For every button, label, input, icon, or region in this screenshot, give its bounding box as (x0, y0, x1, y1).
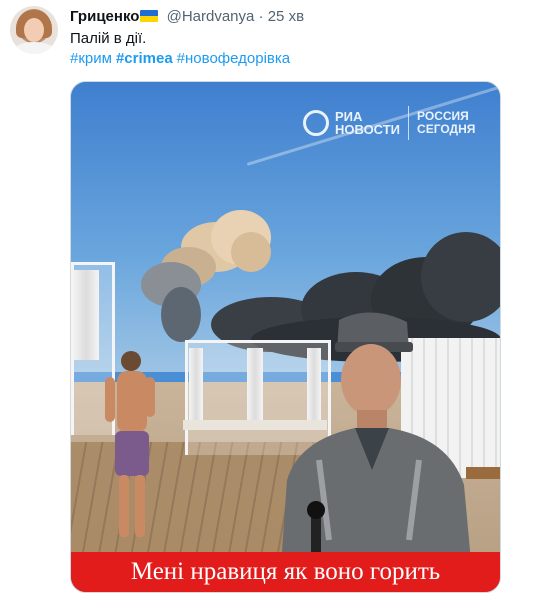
hashtag-link[interactable]: #crimea (116, 50, 173, 67)
author-name[interactable]: Гриценко (70, 8, 139, 25)
logo-partner-line2: СЕГОДНЯ (417, 122, 476, 136)
avatar-face (24, 18, 44, 42)
author-handle[interactable]: @Hardvanya (167, 8, 255, 25)
hashtag-list: #крим #crimea #новофедорівка (70, 49, 294, 69)
tweet-media-image[interactable]: РИА НОВОСТИ РОССИЯ СЕГОДНЯ Мені нравиця … (70, 81, 501, 593)
ukraine-flag-icon (140, 10, 159, 22)
person-left (105, 351, 155, 537)
avatar-shirt (14, 42, 54, 54)
hashtag-link[interactable]: #новофедорівка (177, 50, 290, 67)
tweet-timestamp[interactable]: 25 хв (268, 8, 304, 25)
separator-dot: · (258, 8, 264, 25)
person-reporter (279, 312, 474, 592)
tweet-text: Палій в дії. (70, 30, 147, 47)
ria-logo-mark (303, 110, 329, 136)
logo-divider (408, 106, 410, 140)
logo-brand-line2: НОВОСТИ (335, 122, 401, 137)
avatar[interactable] (10, 6, 58, 54)
hashtag-link[interactable]: #крим (70, 50, 112, 67)
video-caption: Мені нравиця як воно горить (71, 552, 500, 592)
ria-logo-icon: РИА НОВОСТИ РОССИЯ СЕГОДНЯ (303, 106, 475, 140)
tweet-header: Гриценко @Hardvanya · 25 хв (70, 7, 304, 27)
